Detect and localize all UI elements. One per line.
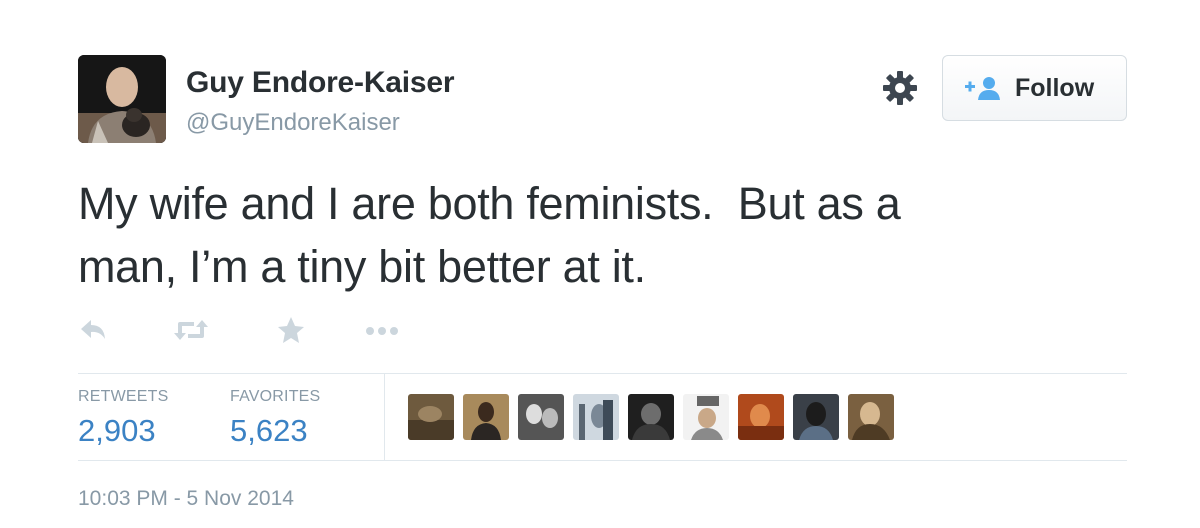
retweets-count: 2,903: [78, 413, 156, 448]
author-handle[interactable]: @GuyEndoreKaiser: [186, 109, 400, 137]
favoriter-avatar[interactable]: [463, 394, 509, 440]
tweet-text: My wife and I are both feminists. But as…: [78, 172, 1138, 298]
favorites-count: 5,623: [230, 413, 308, 448]
tweet-text-line-2: man, I’m a tiny bit better at it.: [78, 241, 646, 292]
more-dots-icon[interactable]: [365, 315, 399, 345]
gear-icon[interactable]: [880, 68, 920, 108]
stats-divider-top: [78, 373, 1127, 374]
favorite-star-icon[interactable]: [276, 315, 306, 345]
favorites-stat[interactable]: FAVORITES 5,623: [230, 388, 320, 449]
reply-icon[interactable]: [78, 315, 108, 345]
favoriter-avatar[interactable]: [628, 394, 674, 440]
favoriter-avatar[interactable]: [408, 394, 454, 440]
follow-label: Follow: [1015, 73, 1095, 102]
author-name[interactable]: Guy Endore-Kaiser: [186, 66, 455, 100]
tweet-text-line-1: My wife and I are both feminists. But as…: [78, 178, 901, 229]
favoriter-avatar[interactable]: [848, 394, 894, 440]
tweet-timestamp[interactable]: 10:03 PM - 5 Nov 2014: [78, 487, 294, 511]
favoriter-avatar[interactable]: [793, 394, 839, 440]
favoriter-avatar[interactable]: [573, 394, 619, 440]
add-user-icon: [965, 77, 1000, 100]
retweets-label: RETWEETS: [78, 388, 169, 405]
author-avatar[interactable]: [78, 55, 166, 143]
favoriter-avatar[interactable]: [683, 394, 729, 440]
retweet-icon[interactable]: [172, 315, 210, 345]
favoriter-avatar[interactable]: [518, 394, 564, 440]
retweets-stat[interactable]: RETWEETS 2,903: [78, 388, 169, 449]
favorites-label: FAVORITES: [230, 388, 321, 405]
tweet-card: Guy Endore-Kaiser @GuyEndoreKaiser Follo…: [0, 0, 1200, 528]
favoriter-avatar[interactable]: [738, 394, 784, 440]
stats-separator: [384, 374, 385, 460]
stats-divider-bottom: [78, 460, 1127, 461]
follow-button[interactable]: Follow: [942, 55, 1127, 121]
